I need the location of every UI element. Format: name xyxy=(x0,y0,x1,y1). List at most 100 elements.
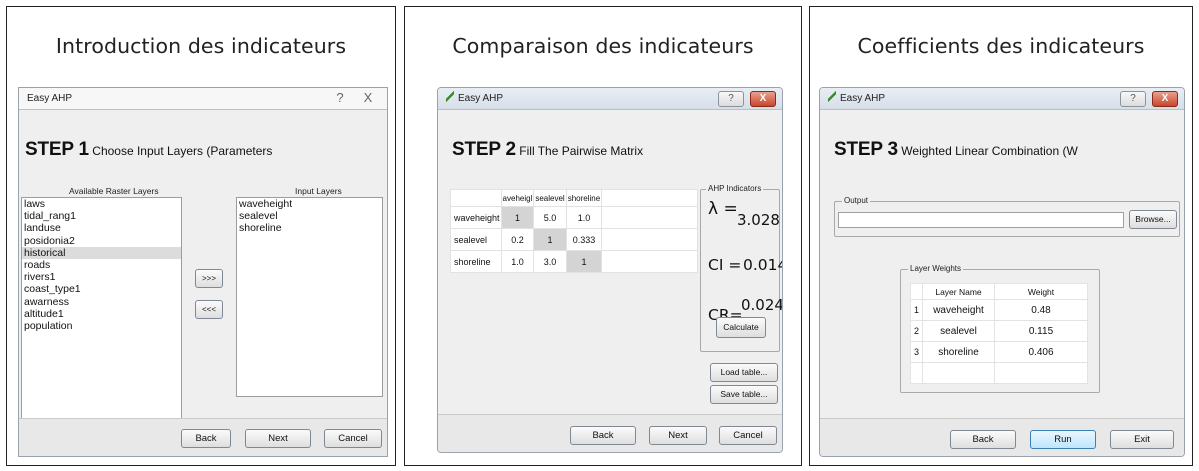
layer-name-cell[interactable]: waveheight xyxy=(922,299,995,321)
matrix-column-header: aveheigl xyxy=(500,189,535,207)
calculate-button[interactable]: Calculate xyxy=(716,317,766,338)
table-row-empty xyxy=(910,362,1088,384)
weight-cell[interactable]: 0.406 xyxy=(994,341,1088,363)
window-body: STEP 2 Fill The Pairwise Matrix aveheigl… xyxy=(438,111,782,414)
matrix-cell[interactable]: 1 xyxy=(565,250,603,273)
layer-weights-title: Layer Weights xyxy=(908,264,963,273)
table-row[interactable]: 2 sealevel 0.115 xyxy=(910,320,1088,342)
row-number xyxy=(910,362,923,384)
available-layer-item[interactable]: tidal_rang1 xyxy=(22,210,181,222)
pairwise-matrix[interactable]: aveheigl sealevel shoreline waveheight 1 5.0 1… xyxy=(450,189,698,273)
matrix-row-header: sealevel xyxy=(450,228,502,251)
input-layer-item[interactable]: sealevel xyxy=(237,210,382,222)
save-table-button[interactable]: Save table... xyxy=(710,385,778,404)
available-layers-header: Available Raster Layers xyxy=(69,186,159,196)
weight-cell[interactable]: 0.115 xyxy=(994,320,1088,342)
matrix-cell[interactable]: 1.0 xyxy=(565,206,603,229)
step-label: STEP 2 xyxy=(452,139,516,160)
panel-step3: Coefficients des indicateurs Easy AHP ? … xyxy=(809,6,1193,466)
layer-name-cell[interactable]: shoreline xyxy=(922,341,995,363)
matrix-column-header: sealevel xyxy=(533,189,567,207)
available-layers-list[interactable]: laws tidal_rang1 landuse posidonia2 historic… xyxy=(21,197,182,419)
close-icon[interactable]: X xyxy=(1152,91,1178,107)
available-layer-item[interactable]: awarness xyxy=(22,296,181,308)
cancel-button[interactable]: Cancel xyxy=(324,429,382,448)
available-layer-item[interactable]: coast_type1 xyxy=(22,283,181,295)
cr-value: 0.024 xyxy=(741,296,783,314)
help-icon[interactable]: ? xyxy=(718,91,744,107)
matrix-cell[interactable]: 0.333 xyxy=(565,228,603,251)
output-path-input[interactable] xyxy=(838,212,1124,228)
available-layer-item[interactable]: population xyxy=(22,320,181,332)
matrix-cell[interactable]: 0.2 xyxy=(500,228,535,251)
lambda-value: 3.028 xyxy=(737,211,780,229)
step-text: Fill The Pairwise Matrix xyxy=(519,144,644,158)
row-number: 3 xyxy=(910,341,923,363)
matrix-cell[interactable]: 1.0 xyxy=(500,250,535,273)
matrix-corner xyxy=(450,189,502,207)
window-titlebar: Easy AHP ? X xyxy=(19,88,387,110)
step-label: STEP 1 xyxy=(25,139,89,160)
close-icon[interactable]: X xyxy=(750,91,776,107)
matrix-row: sealevel 0.2 1 0.333 xyxy=(450,228,698,251)
easy-ahp-window-step1: Easy AHP ? X STEP 1 Choose Input Layers … xyxy=(18,87,388,457)
window-footer: Back Next Cancel xyxy=(438,414,782,452)
close-icon[interactable]: X xyxy=(355,91,381,107)
weights-column-weight: Weight xyxy=(994,283,1088,300)
exit-button[interactable]: Exit xyxy=(1110,430,1174,449)
app-icon xyxy=(446,91,454,102)
input-layer-item[interactable]: waveheight xyxy=(237,198,382,210)
matrix-cell[interactable]: 3.0 xyxy=(533,250,567,273)
row-number: 1 xyxy=(910,299,923,321)
window-title: Easy AHP xyxy=(840,93,886,104)
matrix-row: waveheight 1 5.0 1.0 xyxy=(450,206,698,229)
table-row[interactable]: 1 waveheight 0.48 xyxy=(910,299,1088,321)
available-layer-item[interactable]: historical xyxy=(22,246,181,260)
back-button[interactable]: Back xyxy=(181,429,231,448)
window-footer: Back Next Cancel xyxy=(19,418,387,456)
weights-column-layer: Layer Name xyxy=(922,283,995,300)
matrix-cell[interactable]: 1 xyxy=(533,228,567,251)
matrix-cell[interactable]: 5.0 xyxy=(533,206,567,229)
input-layers-list[interactable]: waveheight sealevel shoreline xyxy=(236,197,383,397)
window-titlebar: Easy AHP ? X xyxy=(820,88,1184,110)
matrix-column-header: shoreline xyxy=(565,189,603,207)
input-layer-item[interactable]: shoreline xyxy=(237,222,382,234)
window-body: STEP 1 Choose Input Layers (Parameters A… xyxy=(19,111,387,419)
browse-button[interactable]: Browse... xyxy=(1129,210,1177,229)
run-button[interactable]: Run xyxy=(1030,430,1096,449)
ci-value: 0.014 xyxy=(743,256,783,274)
help-icon[interactable]: ? xyxy=(1120,91,1146,107)
available-layer-item[interactable]: landuse xyxy=(22,222,181,234)
lambda-label: λ = xyxy=(708,199,738,219)
table-row[interactable]: 3 shoreline 0.406 xyxy=(910,341,1088,363)
matrix-row: shoreline 1.0 3.0 1 xyxy=(450,250,698,273)
layer-weights-table[interactable]: Layer Name Weight 1 waveheight 0.48 2 sealevel… xyxy=(910,283,1088,384)
available-layer-item[interactable]: rivers1 xyxy=(22,271,181,283)
load-table-button[interactable]: Load table... xyxy=(710,363,778,382)
back-button[interactable]: Back xyxy=(570,426,636,445)
panel-step1: Introduction des indicateurs Easy AHP ? … xyxy=(6,6,396,466)
window-title: Easy AHP xyxy=(458,93,504,104)
panel-step2: Comparaison des indicateurs Easy AHP ? X… xyxy=(404,6,802,466)
app-icon xyxy=(828,91,836,102)
available-layer-item[interactable]: altitude1 xyxy=(22,308,181,320)
weight-cell[interactable]: 0.48 xyxy=(994,299,1088,321)
weight-cell xyxy=(994,362,1088,384)
help-icon[interactable]: ? xyxy=(327,91,353,107)
panel-title: Coefficients des indicateurs xyxy=(857,34,1145,58)
back-button[interactable]: Back xyxy=(950,430,1016,449)
step-text: Choose Input Layers (Parameters xyxy=(92,144,273,158)
add-layer-button[interactable]: >>> xyxy=(195,269,223,288)
available-layer-item[interactable]: posidonia2 xyxy=(22,235,181,247)
step-heading: STEP 2 Fill The Pairwise Matrix xyxy=(452,139,643,161)
next-button[interactable]: Next xyxy=(245,429,311,448)
remove-layer-button[interactable]: <<< xyxy=(195,300,223,319)
next-button[interactable]: Next xyxy=(649,426,707,445)
layer-name-cell[interactable]: sealevel xyxy=(922,320,995,342)
available-layer-item[interactable]: laws xyxy=(22,198,181,210)
matrix-cell[interactable]: 1 xyxy=(500,206,535,229)
matrix-filler xyxy=(601,189,698,207)
available-layer-item[interactable]: roads xyxy=(22,259,181,271)
cancel-button[interactable]: Cancel xyxy=(719,426,777,445)
